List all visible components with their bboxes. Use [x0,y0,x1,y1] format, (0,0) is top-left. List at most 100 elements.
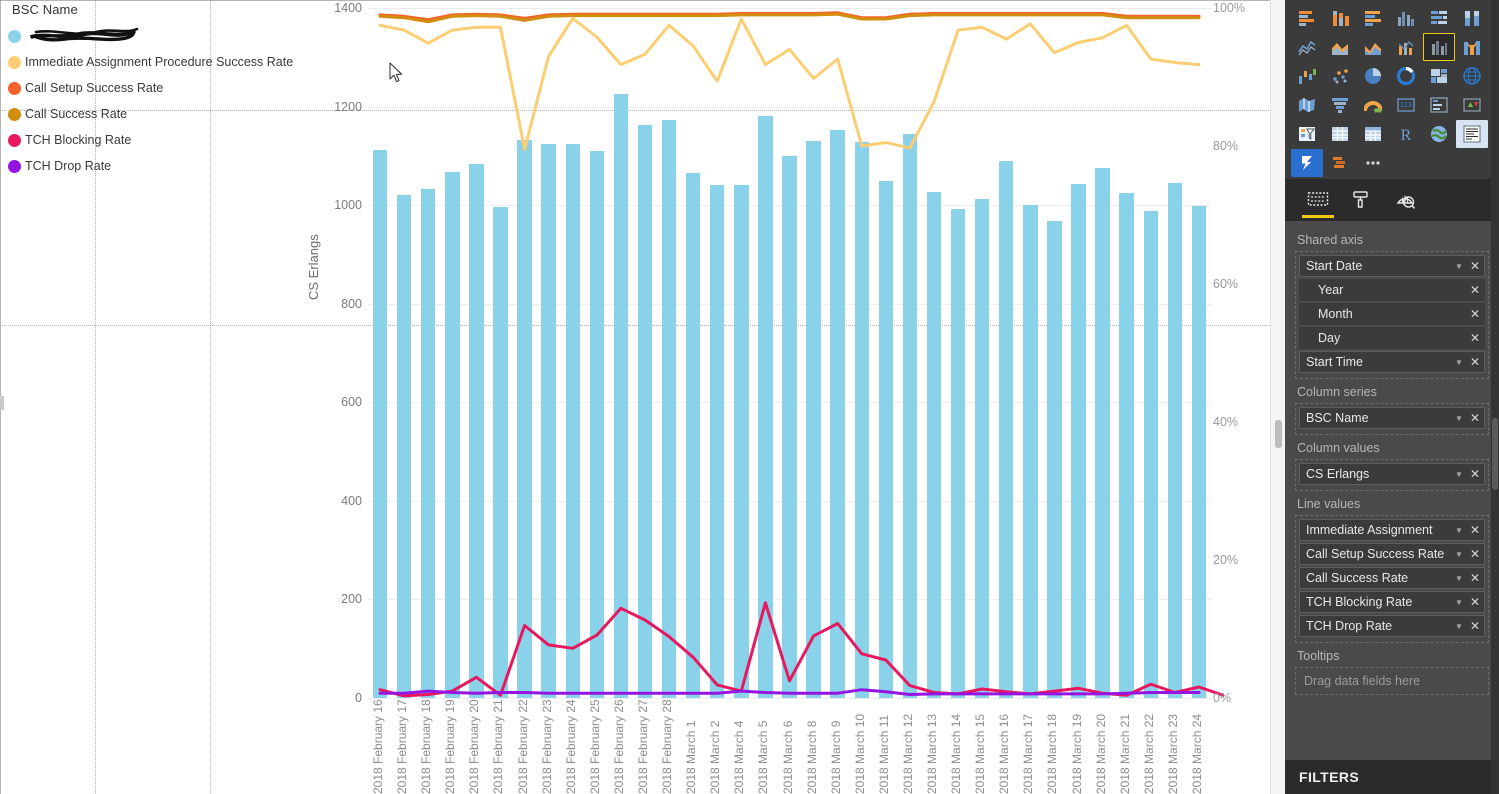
remove-field-icon[interactable]: ✕ [1470,468,1480,480]
field-well-dropzone[interactable]: Immediate Assignment ▼ ✕ Call Setup Success… [1295,515,1489,643]
line-series-path[interactable] [378,12,1201,24]
canvas-scrollbar[interactable] [1270,0,1285,794]
field-chip[interactable]: Year ✕ [1299,279,1485,301]
canvas-scrollbar-thumb[interactable] [1275,420,1282,448]
treemap-icon[interactable] [1423,62,1455,90]
remove-field-icon[interactable]: ✕ [1470,524,1480,536]
kpi-icon[interactable] [1456,91,1488,119]
pane-scrollbar-thumb[interactable] [1492,418,1498,490]
remove-field-icon[interactable]: ✕ [1470,596,1480,608]
chevron-down-icon[interactable]: ▼ [1455,526,1463,535]
chevron-down-icon[interactable]: ▼ [1455,622,1463,631]
field-well-dropzone[interactable]: CS Erlangs ▼ ✕ [1295,459,1489,491]
legend-item[interactable]: Call Success Rate [8,101,308,127]
field-chip[interactable]: Immediate Assignment ▼ ✕ [1299,519,1485,541]
remove-field-icon[interactable]: ✕ [1470,260,1480,272]
drag-fields-placeholder[interactable]: Drag data fields here [1295,667,1489,695]
line-series-path[interactable] [378,601,1225,698]
canvas-resize-handle[interactable] [0,396,4,410]
field-chip[interactable]: Day ✕ [1299,327,1485,349]
remove-field-icon[interactable]: ✕ [1470,572,1480,584]
arcgis-map-icon[interactable] [1423,120,1455,148]
r-script-visual-icon[interactable]: R [1390,120,1422,148]
card-icon[interactable]: 123 [1390,91,1422,119]
clustered-bar-chart-icon[interactable] [1357,4,1389,32]
chevron-down-icon[interactable]: ▼ [1455,574,1463,583]
legend-item[interactable] [8,23,308,49]
gauge-icon[interactable] [1357,91,1389,119]
remove-field-icon[interactable]: ✕ [1470,412,1480,424]
map-icon[interactable] [1456,62,1488,90]
line-and-clustered-column-chart-icon[interactable] [1423,33,1455,61]
more-options-icon[interactable] [1357,149,1389,177]
field-chip[interactable]: Start Time ▼ ✕ [1299,351,1485,373]
filters-pane-header[interactable]: FILTERS [1285,760,1499,794]
chevron-down-icon[interactable]: ▼ [1455,550,1463,559]
stacked-column-chart-icon[interactable] [1324,4,1356,32]
field-well-dropzone[interactable]: Start Date ▼ ✕ Year ✕ Month ✕ Day ✕ Start Time ▼ ✕ [1295,251,1489,379]
stacked-bar-chart-icon[interactable] [1291,4,1323,32]
clustered-column-chart-icon[interactable] [1390,4,1422,32]
fields-tab[interactable] [1302,179,1334,221]
scatter-chart-icon[interactable] [1324,62,1356,90]
field-chip[interactable]: Start Date ▼ ✕ [1299,255,1485,277]
area-chart-icon[interactable] [1324,33,1356,61]
field-chip[interactable]: Month ✕ [1299,303,1485,325]
legend-item[interactable]: TCH Drop Rate [8,153,308,179]
field-chip[interactable]: Call Success Rate ▼ ✕ [1299,567,1485,589]
field-chip[interactable]: TCH Drop Rate ▼ ✕ [1299,615,1485,637]
custom-visual-icon[interactable] [1324,149,1356,177]
y-axis-right: 0% 20% 40% 60% 80% 100% [1213,1,1263,705]
hundred-percent-stacked-column-chart-icon[interactable] [1456,4,1488,32]
hundred-percent-stacked-bar-chart-icon[interactable] [1423,4,1455,32]
funnel-icon[interactable] [1324,91,1356,119]
donut-chart-icon[interactable] [1390,62,1422,90]
chevron-down-icon[interactable]: ▼ [1455,262,1463,271]
x-axis-tick-label: 2018 February 22 [515,699,530,794]
stacked-area-chart-icon[interactable] [1357,33,1389,61]
field-well-dropzone[interactable]: BSC Name ▼ ✕ [1295,403,1489,435]
legend-item[interactable]: TCH Blocking Rate [8,127,308,153]
chevron-down-icon[interactable]: ▼ [1455,470,1463,479]
waterfall-chart-icon[interactable] [1291,62,1323,90]
chart-legend: BSC Name Immediate Assignment Procedure … [8,2,308,179]
matrix-icon[interactable] [1357,120,1389,148]
field-chip[interactable]: CS Erlangs ▼ ✕ [1299,463,1485,485]
field-chip[interactable]: BSC Name ▼ ✕ [1299,407,1485,429]
remove-field-icon[interactable]: ✕ [1470,548,1480,560]
remove-field-icon[interactable]: ✕ [1470,356,1480,368]
field-chip[interactable]: TCH Blocking Rate ▼ ✕ [1299,591,1485,613]
field-chip-label: Start Date [1306,259,1363,273]
line-and-stacked-column-chart-icon[interactable] [1390,33,1422,61]
field-well-dropzone[interactable]: Drag data fields here [1295,667,1489,695]
ribbon-chart-icon[interactable] [1456,33,1488,61]
power-apps-visual-icon[interactable] [1291,149,1323,177]
plot-area[interactable] [368,8,1225,699]
paginated-report-icon[interactable] [1456,120,1488,148]
remove-field-icon[interactable]: ✕ [1470,620,1480,632]
x-axis-tick-label: 2018 March 16 [997,713,1012,794]
line-series-path[interactable] [378,16,1201,151]
legend-item[interactable]: Call Setup Success Rate [8,75,308,101]
chevron-down-icon[interactable]: ▼ [1455,598,1463,607]
format-tab[interactable] [1351,179,1373,221]
field-chip[interactable]: Call Setup Success Rate ▼ ✕ [1299,543,1485,565]
x-axis-tick-label: 2018 March 4 [732,720,747,794]
line-chart-icon[interactable] [1291,33,1323,61]
filled-map-icon[interactable] [1291,91,1323,119]
remove-field-icon[interactable]: ✕ [1470,332,1480,344]
analytics-tab[interactable] [1395,179,1417,221]
multi-row-card-icon[interactable] [1423,91,1455,119]
chevron-down-icon[interactable]: ▼ [1455,358,1463,367]
slicer-icon[interactable] [1291,120,1323,148]
table-icon[interactable] [1324,120,1356,148]
remove-field-icon[interactable]: ✕ [1470,284,1480,296]
pie-chart-icon[interactable] [1357,62,1389,90]
field-chip-label: Call Setup Success Rate [1306,547,1445,561]
pane-scrollbar[interactable] [1491,0,1499,794]
chevron-down-icon[interactable]: ▼ [1455,414,1463,423]
field-chip-label: TCH Drop Rate [1306,619,1393,633]
remove-field-icon[interactable]: ✕ [1470,308,1480,320]
legend-item[interactable]: Immediate Assignment Procedure Success R… [8,49,308,75]
report-canvas[interactable]: BSC Name Immediate Assignment Procedure … [0,0,1285,794]
